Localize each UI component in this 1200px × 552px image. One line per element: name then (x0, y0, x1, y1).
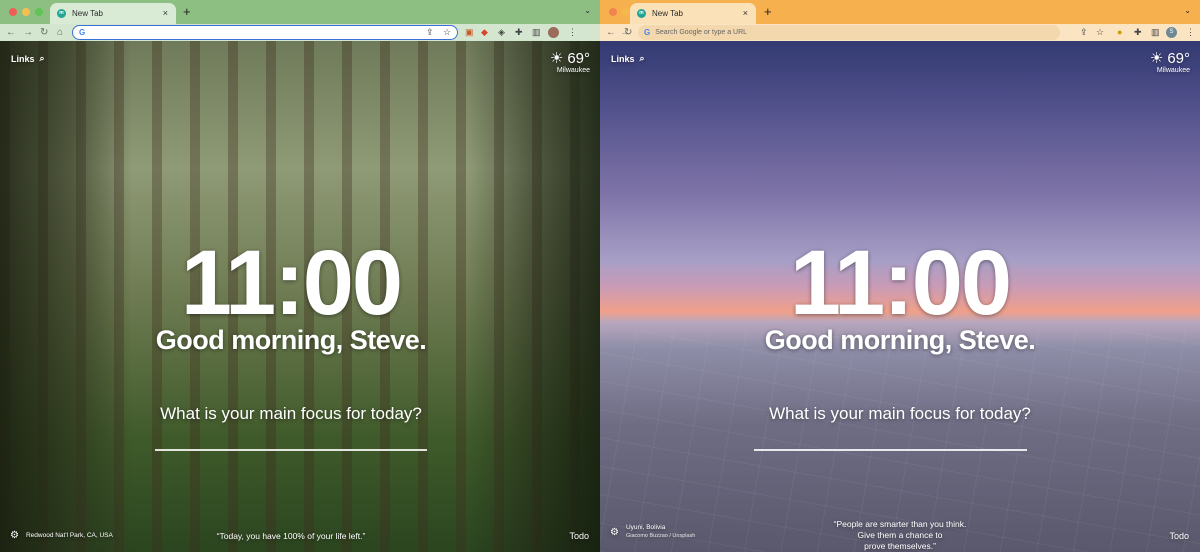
extension-red-icon[interactable]: ◆ (481, 26, 488, 39)
address-placeholder: Search Google or type a URL (655, 29, 748, 36)
home-icon[interactable]: ⌂ (57, 25, 63, 40)
browser-window-right: m New Tab × + ⌄ ← → ↻ G Search Google or… (600, 0, 1200, 552)
reload-icon[interactable]: ↻ (624, 25, 632, 40)
links-button[interactable]: Links ⌕ (11, 53, 45, 64)
google-g-icon: G (79, 28, 86, 37)
tab-search-chevron-icon[interactable]: ⌄ (584, 6, 591, 15)
extension-icon[interactable]: ▣ (465, 26, 474, 39)
quote-line: “People are smarter than you think. (833, 519, 967, 529)
links-label: Links (11, 53, 35, 64)
clock: 11:00 (180, 232, 403, 334)
tab-strip: m New Tab × + ⌄ (600, 0, 1200, 24)
greeting: Good morning, Steve. (155, 325, 427, 355)
quote-line: prove themselves.” (864, 541, 936, 551)
quote-line: Give them a chance to (857, 530, 943, 540)
tab-new-tab[interactable]: m New Tab × (630, 3, 756, 24)
new-tab-page: Links ⌕ ☀ 69° Milwaukee 11:00 Good morni… (600, 41, 1200, 552)
links-button[interactable]: Links ⌕ (611, 53, 645, 64)
close-tab-icon[interactable]: × (743, 8, 748, 18)
todo-button[interactable]: Todo (1169, 531, 1189, 541)
weather-widget[interactable]: ☀ 69° Milwaukee (549, 49, 590, 75)
menu-icon[interactable]: ⋮ (1186, 26, 1195, 39)
focus-input[interactable] (754, 449, 1027, 451)
todo-button[interactable]: Todo (569, 531, 589, 541)
sun-icon: ☀ (549, 50, 564, 67)
sun-icon: ☀ (1149, 50, 1164, 67)
forward-icon[interactable]: → (23, 25, 33, 40)
toolbar: ← → ↻ G Search Google or type a URL ⇪ ☆ … (600, 24, 1200, 41)
extension-puzzle-icon[interactable]: ◈ (498, 26, 505, 39)
new-tab-page: Links ⌕ ☀ 69° Milwaukee 11:00 Good morni… (0, 41, 600, 552)
close-window-button[interactable] (9, 8, 17, 16)
sidebar-icon[interactable]: ▥ (1151, 26, 1160, 39)
menu-icon[interactable]: ⋮ (568, 26, 577, 39)
toolbar: ← → ↻ ⌂ G ⇪ ☆ ▣ ◆ ◈ ✚ ▥ ⋮ (0, 24, 600, 41)
bookmark-star-icon[interactable]: ☆ (1096, 26, 1104, 39)
address-bar[interactable]: G Search Google or type a URL (638, 25, 1060, 40)
tab-strip: m New Tab × + ⌄ (0, 0, 600, 24)
zoom-window-button[interactable] (35, 8, 43, 16)
focus-question: What is your main focus for today? (769, 404, 1031, 423)
tab-search-chevron-icon[interactable]: ⌄ (1184, 6, 1191, 15)
weather-location: Milwaukee (556, 67, 590, 74)
daily-quote: “Today, you have 100% of your life left.… (216, 531, 366, 541)
links-label: Links (611, 53, 635, 64)
clock: 11:00 (789, 232, 1012, 334)
share-icon[interactable]: ⇪ (1080, 26, 1088, 39)
reload-icon[interactable]: ↻ (40, 25, 48, 40)
extensions-icon[interactable]: ✚ (515, 26, 523, 39)
browser-window-left: m New Tab × + ⌄ ← → ↻ ⌂ G ⇪ ☆ ▣ ◆ ◈ ✚ ▥ … (0, 0, 600, 552)
focus-question: What is your main focus for today? (160, 404, 422, 423)
daily-quote: “People are smarter than you think. Give… (600, 519, 1200, 552)
new-tab-button[interactable]: + (183, 4, 191, 20)
search-icon[interactable]: ⌕ (640, 53, 645, 64)
focus-input[interactable] (155, 449, 427, 451)
weather-temp: 69° (567, 49, 590, 67)
minimize-window-button[interactable] (622, 8, 630, 16)
address-bar[interactable]: G (72, 25, 458, 40)
bookmark-star-icon[interactable]: ☆ (443, 26, 451, 39)
weather-temp: 69° (1167, 49, 1190, 67)
profile-avatar[interactable]: S (1166, 27, 1177, 38)
share-icon[interactable]: ⇪ (426, 26, 434, 39)
close-window-button[interactable] (609, 8, 617, 16)
tab-title: New Tab (72, 9, 103, 18)
momentum-favicon-icon: m (637, 9, 646, 18)
tab-title: New Tab (652, 9, 683, 18)
extensions-icon[interactable]: ✚ (1134, 26, 1142, 39)
greeting: Good morning, Steve. (764, 325, 1036, 355)
window-controls (9, 8, 43, 16)
weather-widget[interactable]: ☀ 69° Milwaukee (1149, 49, 1190, 75)
back-icon[interactable]: ← (606, 25, 616, 40)
close-tab-icon[interactable]: × (163, 8, 168, 18)
back-icon[interactable]: ← (6, 25, 16, 40)
profile-avatar[interactable] (548, 27, 559, 38)
new-tab-button[interactable]: + (764, 4, 772, 20)
minimize-window-button[interactable] (22, 8, 30, 16)
search-icon[interactable]: ⌕ (40, 53, 45, 64)
extension-icon[interactable]: ● (1117, 26, 1122, 39)
sidebar-icon[interactable]: ▥ (532, 26, 541, 39)
google-g-icon: G (644, 28, 651, 37)
tab-new-tab[interactable]: m New Tab × (50, 3, 176, 24)
momentum-favicon-icon: m (57, 9, 66, 18)
weather-location: Milwaukee (1156, 67, 1190, 74)
